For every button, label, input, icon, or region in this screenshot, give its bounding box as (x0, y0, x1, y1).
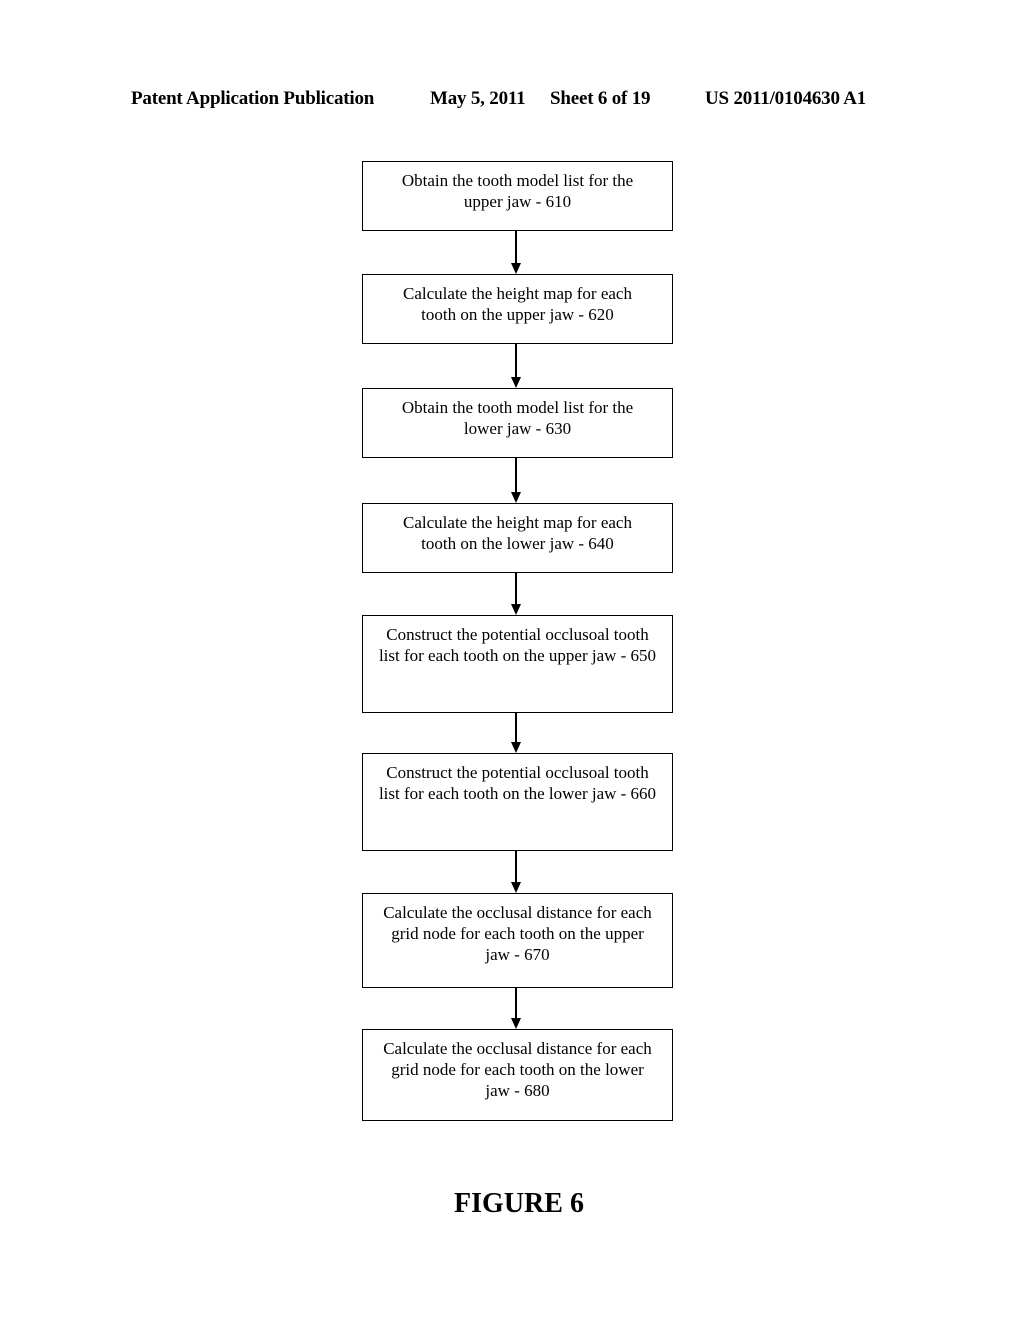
step-text: Obtain the tooth model list for the uppe… (401, 171, 634, 211)
patent-number: US 2011/0104630 A1 (705, 88, 867, 109)
arrow-610-to-620 (511, 231, 521, 274)
arrow-head (511, 882, 521, 893)
step-box-660: Construct the potential occlusoal tooth … (362, 753, 673, 851)
arrow-head (511, 492, 521, 503)
arrow-630-to-640 (511, 458, 521, 503)
arrow-head (511, 1018, 521, 1029)
step-text: Calculate the height map for each tooth … (403, 513, 632, 553)
step-box-670: Calculate the occlusal distance for each… (362, 893, 673, 988)
publication-date: May 5, 2011 (430, 88, 526, 109)
arrow-620-to-630 (511, 344, 521, 388)
arrow-head (511, 604, 521, 615)
arrow-650-to-660 (511, 713, 521, 753)
figure-label: FIGURE 6 (454, 1188, 584, 1219)
step-box-680: Calculate the occlusal distance for each… (362, 1029, 673, 1121)
step-box-610: Obtain the tooth model list for the uppe… (362, 161, 673, 231)
arrow-670-to-680 (511, 988, 521, 1029)
step-box-620: Calculate the height map for each tooth … (362, 274, 673, 344)
step-text: Calculate the occlusal distance for each… (383, 903, 652, 964)
arrow-640-to-650 (511, 573, 521, 615)
patent-header: Patent Application Publication May 5, 20… (0, 88, 1024, 114)
publication-title: Patent Application Publication (131, 88, 375, 109)
arrow-head (511, 263, 521, 274)
step-text: Calculate the height map for each tooth … (403, 284, 632, 324)
step-text: Construct the potential occlusoal tooth … (378, 763, 657, 803)
step-text: Construct the potential occlusoal tooth … (378, 625, 657, 665)
step-box-640: Calculate the height map for each tooth … (362, 503, 673, 573)
arrow-head (511, 742, 521, 753)
step-box-650: Construct the potential occlusoal tooth … (362, 615, 673, 713)
arrow-head (511, 377, 521, 388)
sheet-number: Sheet 6 of 19 (550, 88, 651, 109)
step-text: Calculate the occlusal distance for each… (383, 1039, 652, 1100)
arrow-660-to-670 (511, 851, 521, 893)
step-text: Obtain the tooth model list for the lowe… (401, 398, 634, 438)
step-box-630: Obtain the tooth model list for the lowe… (362, 388, 673, 458)
